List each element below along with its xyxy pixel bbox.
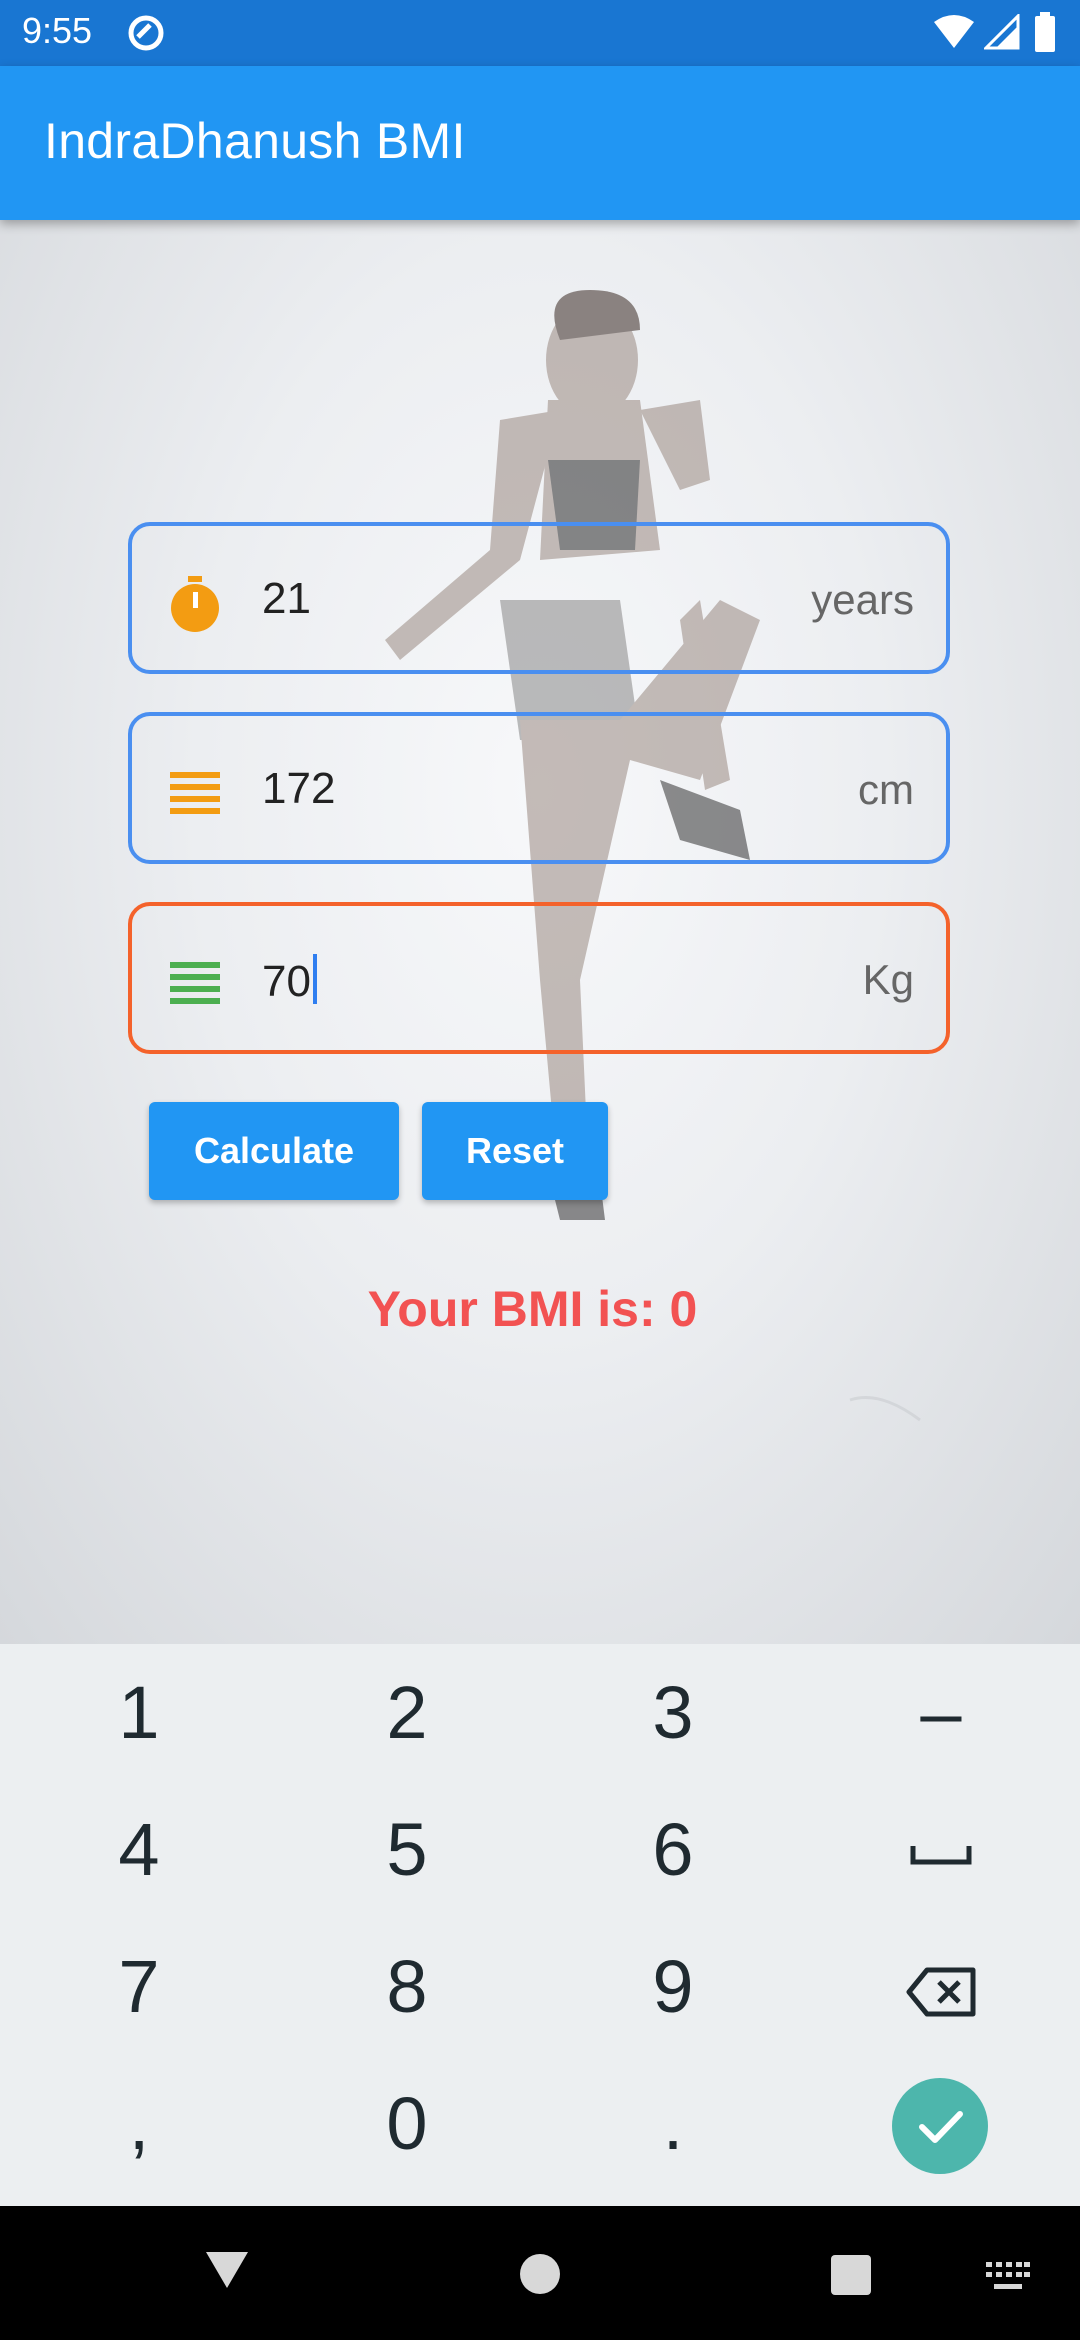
key-period[interactable]: . <box>538 2055 808 2192</box>
battery-icon <box>1035 12 1055 52</box>
status-bar: 9:55 <box>0 0 1080 66</box>
weight-suffix: Kg <box>862 956 914 1003</box>
age-value[interactable]: 21 <box>262 574 311 624</box>
key-6[interactable]: 6 <box>538 1781 808 1918</box>
signal-icon <box>984 14 1020 50</box>
text-caret <box>312 954 317 1004</box>
app-title: IndraDhanush BMI <box>44 113 466 169</box>
sync-icon <box>128 15 164 51</box>
key-space[interactable] <box>806 1781 1076 1918</box>
space-icon <box>910 1846 972 1865</box>
key-3[interactable]: 3 <box>538 1644 808 1781</box>
age-field[interactable]: 21 years <box>128 522 950 674</box>
bmi-result: Your BMI is: 0 <box>367 1281 698 1337</box>
backspace-icon <box>906 1967 976 2017</box>
key-backspace[interactable] <box>806 1918 1076 2055</box>
navigation-bar <box>0 2206 1080 2340</box>
height-lines-icon <box>170 772 220 814</box>
wifi-icon <box>934 15 974 48</box>
keyboard-switch-icon[interactable] <box>986 2262 1030 2292</box>
stopwatch-icon <box>171 576 219 632</box>
key-1[interactable]: 1 <box>4 1644 274 1781</box>
weight-field[interactable]: 70 Kg <box>128 902 950 1054</box>
age-suffix: years <box>811 576 914 623</box>
reset-button[interactable]: Reset <box>422 1102 608 1200</box>
height-value[interactable]: 172 <box>262 764 335 814</box>
key-0[interactable]: 0 <box>272 2055 542 2192</box>
home-nav-icon[interactable] <box>518 2252 562 2296</box>
key-9[interactable]: 9 <box>538 1918 808 2055</box>
height-field[interactable]: 172 cm <box>128 712 950 864</box>
status-time: 9:55 <box>22 10 93 51</box>
key-8[interactable]: 8 <box>272 1918 542 2055</box>
enter-key[interactable] <box>892 2078 988 2174</box>
key-dash[interactable]: – <box>806 1644 1076 1781</box>
main-content: 21 years 172 cm 70 Kg Calculate Reset Yo… <box>0 220 1080 1644</box>
recents-nav-icon[interactable] <box>830 2254 872 2296</box>
weight-value-text: 70 <box>262 957 311 1006</box>
key-5[interactable]: 5 <box>272 1781 542 1918</box>
numeric-keyboard: 1 2 3 – 4 5 6 7 8 9 , 0 . <box>0 1644 1080 2206</box>
app-bar: IndraDhanush BMI <box>0 66 1080 220</box>
back-nav-icon[interactable] <box>204 2250 250 2290</box>
key-2[interactable]: 2 <box>272 1644 542 1781</box>
check-icon <box>919 2111 963 2143</box>
weight-value[interactable]: 70 <box>262 954 317 1007</box>
key-4[interactable]: 4 <box>4 1781 274 1918</box>
calculate-button[interactable]: Calculate <box>149 1102 399 1200</box>
key-comma[interactable]: , <box>4 2055 274 2192</box>
key-7[interactable]: 7 <box>4 1918 274 2055</box>
weight-lines-icon <box>170 962 220 1004</box>
height-suffix: cm <box>858 766 914 813</box>
